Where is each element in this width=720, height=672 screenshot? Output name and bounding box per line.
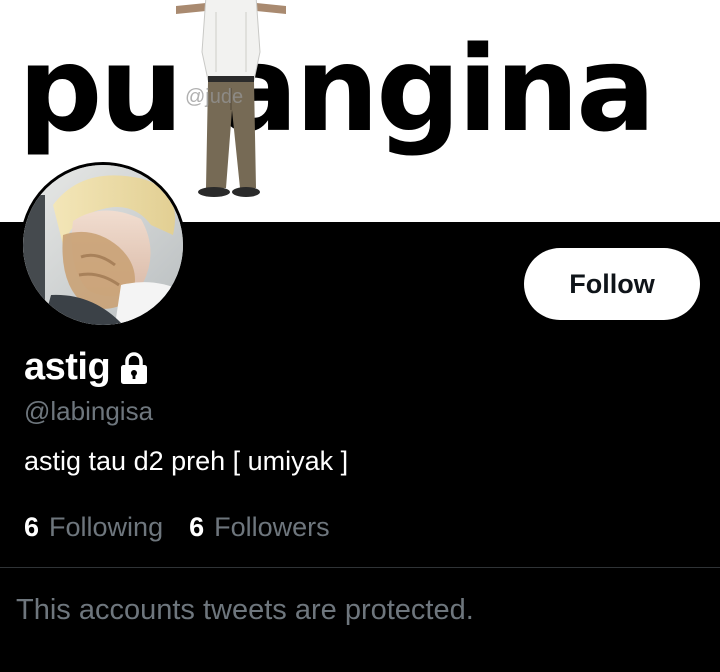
banner-watermark: @jude	[185, 86, 244, 108]
followers-count: 6	[189, 512, 205, 542]
followers-label: Followers	[214, 512, 330, 542]
display-name-row: astig	[24, 346, 150, 389]
follow-button[interactable]: Follow	[524, 248, 700, 320]
following-count: 6	[24, 512, 40, 542]
profile-avatar[interactable]	[20, 162, 186, 328]
followers-stat[interactable]: 6 Followers	[189, 512, 330, 543]
display-name: astig	[24, 346, 111, 388]
avatar-photo	[23, 165, 183, 325]
follow-stats: 6 Following 6 Followers	[24, 512, 356, 543]
lock-icon	[121, 351, 148, 384]
following-stat[interactable]: 6 Following	[24, 512, 163, 543]
following-label: Following	[49, 512, 164, 542]
banner-caption: pu angina	[18, 20, 656, 158]
section-divider	[0, 567, 720, 568]
profile-bio: astig tau d2 preh [ umiyak ]	[24, 446, 349, 476]
user-handle: @labingisa	[24, 396, 154, 426]
protected-tweets-notice: This accounts tweets are protected.	[16, 594, 474, 626]
